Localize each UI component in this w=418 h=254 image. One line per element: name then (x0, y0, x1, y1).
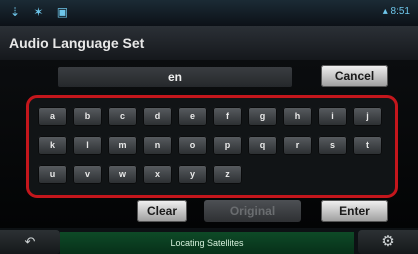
key-p[interactable]: p (213, 136, 242, 155)
key-l[interactable]: l (73, 136, 102, 155)
key-t[interactable]: t (353, 136, 382, 155)
key-x[interactable]: x (143, 165, 172, 184)
status-text: Locating Satellites (170, 238, 244, 248)
key-b[interactable]: b (73, 107, 102, 126)
key-g[interactable]: g (248, 107, 277, 126)
key-a[interactable]: a (38, 107, 67, 126)
settings-button[interactable]: ⚙ (358, 230, 418, 254)
navigation-status-strip: Locating Satellites (60, 232, 354, 254)
language-input[interactable]: en (58, 67, 292, 87)
back-button[interactable]: ↶ (0, 230, 60, 254)
page-title: Audio Language Set (9, 35, 145, 51)
key-h[interactable]: h (283, 107, 312, 126)
key-w[interactable]: w (108, 165, 137, 184)
enter-button[interactable]: Enter (321, 200, 388, 222)
title-bar: Audio Language Set (0, 26, 418, 60)
keyboard-panel: a b c d e f g h i j k l m n o p q r s t … (26, 95, 398, 198)
key-j[interactable]: j (353, 107, 382, 126)
status-icons: ⇣ ✶ ▣ (10, 5, 74, 19)
key-r[interactable]: r (283, 136, 312, 155)
key-f[interactable]: f (213, 107, 242, 126)
original-button[interactable]: Original (204, 200, 301, 222)
status-bar: ⇣ ✶ ▣ ▴ 8:51 (0, 0, 418, 26)
key-u[interactable]: u (38, 165, 67, 184)
key-z[interactable]: z (213, 165, 242, 184)
key-e[interactable]: e (178, 107, 207, 126)
key-o[interactable]: o (178, 136, 207, 155)
key-k[interactable]: k (38, 136, 67, 155)
status-clock: ▴ 8:51 (382, 6, 410, 17)
clear-button[interactable]: Clear (137, 200, 187, 222)
back-icon: ↶ (24, 234, 36, 249)
key-s[interactable]: s (318, 136, 347, 155)
key-c[interactable]: c (108, 107, 137, 126)
gear-icon: ⚙ (381, 233, 395, 250)
key-q[interactable]: q (248, 136, 277, 155)
cancel-button[interactable]: Cancel (321, 65, 388, 87)
key-y[interactable]: y (178, 165, 207, 184)
key-d[interactable]: d (143, 107, 172, 126)
key-i[interactable]: i (318, 107, 347, 126)
key-m[interactable]: m (108, 136, 137, 155)
key-n[interactable]: n (143, 136, 172, 155)
key-v[interactable]: v (73, 165, 102, 184)
